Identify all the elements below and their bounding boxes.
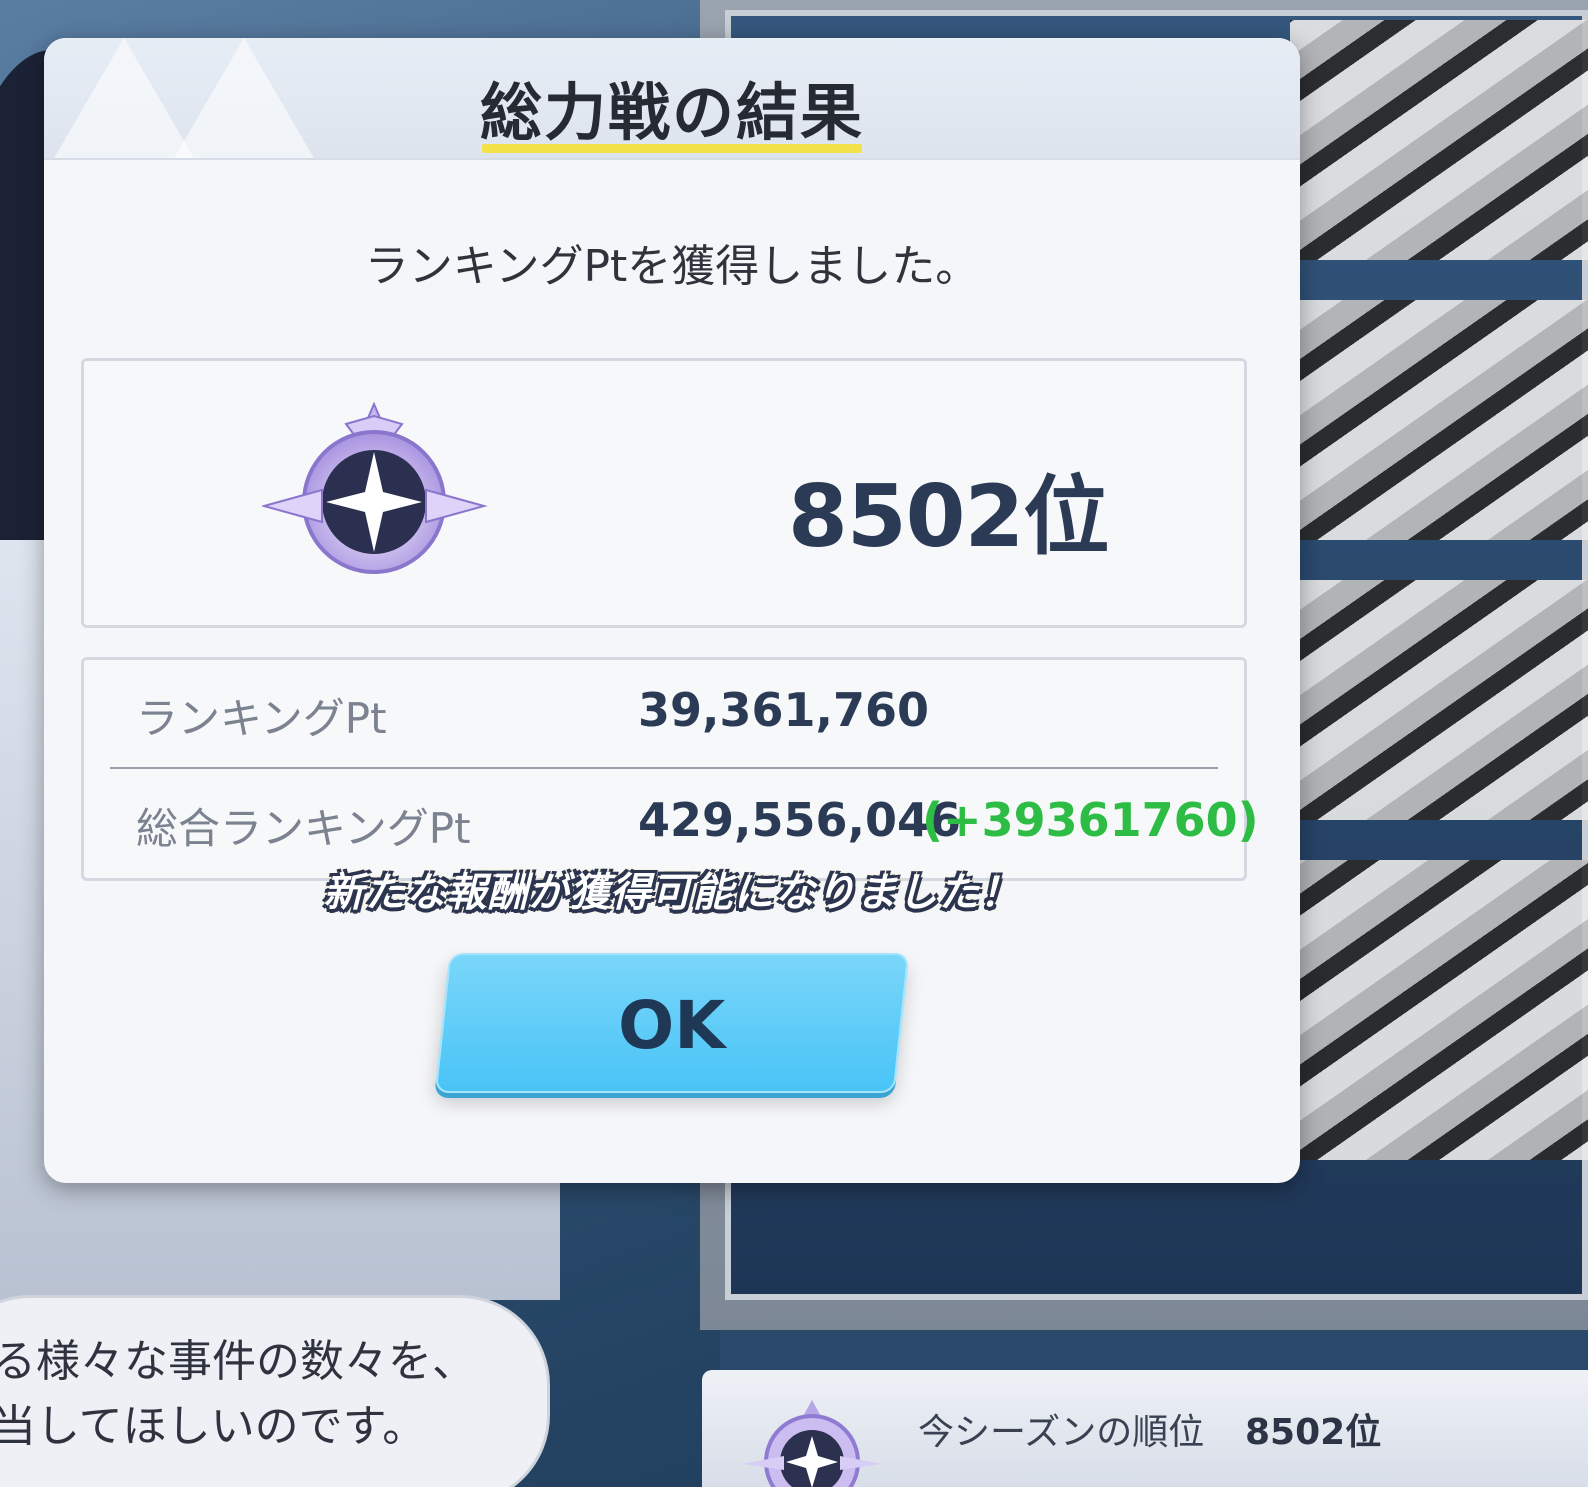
reward-notice: 新たな報酬が獲得可能になりました！ <box>323 870 1021 916</box>
dialogue-line-1: る様々な事件の数々を、 <box>0 1336 476 1387</box>
modal-title: 総力戦の結果 <box>479 76 864 149</box>
mecha-illustration <box>1290 860 1588 1160</box>
mecha-illustration <box>1290 300 1588 540</box>
ok-button-label: OK <box>618 987 726 1064</box>
result-message: ランキングPtを獲得しました。 <box>364 241 980 292</box>
total-ranking-pt-value: 429,556,046 <box>638 793 962 847</box>
season-rank-label: 今シーズンの順位 <box>918 1412 1205 1453</box>
rank-value: 8502位 <box>788 467 1109 567</box>
season-emblem-icon <box>742 1400 882 1487</box>
ok-button[interactable]: OK <box>434 953 910 1093</box>
points-divider <box>110 767 1218 769</box>
mecha-illustration <box>1290 580 1588 820</box>
ranking-pt-value: 39,361,760 <box>638 683 930 737</box>
dialogue-line-2: 当してほしいのです。 <box>0 1401 427 1452</box>
total-ranking-pt-gain: (+39361760) <box>922 793 1259 847</box>
rank-emblem-icon <box>262 402 488 574</box>
mecha-illustration <box>1290 20 1588 260</box>
total-ranking-pt-label: 総合ランキングPt <box>136 804 471 853</box>
season-rank-value: 8502位 <box>1245 1412 1382 1453</box>
ranking-pt-label: ランキングPt <box>136 694 387 743</box>
title-underline <box>482 144 862 153</box>
